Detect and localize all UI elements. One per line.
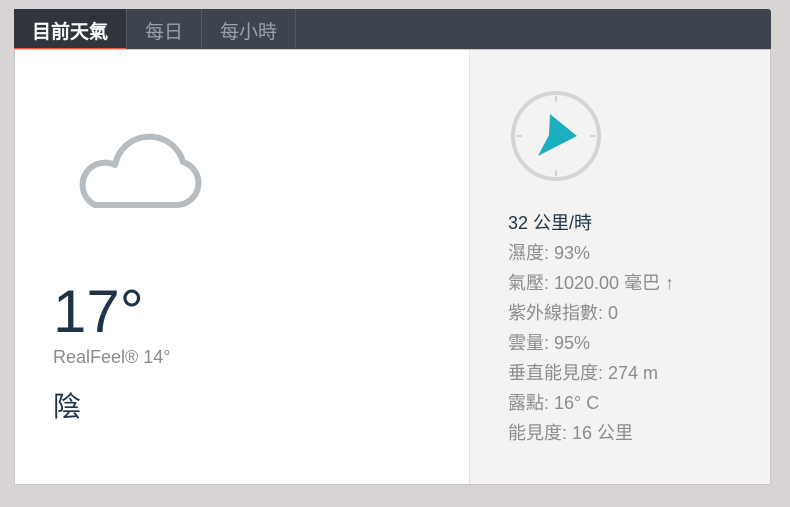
cloud-cover-row: 雲量: 95% xyxy=(508,333,591,353)
dew-point-row: 露點: 16° C xyxy=(508,393,600,413)
humidity-row: 濕度: 93% xyxy=(508,243,591,263)
wind-speed: 32 公里/時 xyxy=(508,213,593,233)
temperature-value: 17° xyxy=(53,278,144,345)
condition-text: 陰 xyxy=(53,391,82,422)
wind-direction-needle xyxy=(538,114,577,156)
current-conditions-panel: 17° RealFeel® 14° 陰 xyxy=(15,50,469,484)
pressure-row: 氣壓: 1020.00 毫巴 ↑ xyxy=(508,273,675,293)
visibility-row: 能見度: 16 公里 xyxy=(508,423,634,443)
weather-widget: 目前天氣 每日 每小時 xyxy=(14,9,771,51)
uv-index-row: 紫外線指數: 0 xyxy=(508,303,619,323)
details-list: 32 公里/時 濕度: 93% 氣壓: 1020.00 毫巴 ↑ 紫外線指數: … xyxy=(508,208,674,448)
current-conditions-card: 17° RealFeel® 14° 陰 32 公里/時 濕度: 93% 氣壓: … xyxy=(14,49,771,485)
cloud-icon xyxy=(79,133,202,208)
tab-daily[interactable]: 每日 xyxy=(127,9,203,51)
ceiling-row: 垂直能見度: 274 m xyxy=(508,363,659,383)
realfeel-value: RealFeel® 14° xyxy=(53,347,171,367)
tab-current[interactable]: 目前天氣 xyxy=(14,9,128,51)
tab-hourly[interactable]: 每小時 xyxy=(202,9,297,51)
tab-bar: 目前天氣 每日 每小時 xyxy=(14,9,771,51)
compass-icon xyxy=(511,91,601,181)
details-panel: 32 公里/時 濕度: 93% 氣壓: 1020.00 毫巴 ↑ 紫外線指數: … xyxy=(469,50,770,484)
